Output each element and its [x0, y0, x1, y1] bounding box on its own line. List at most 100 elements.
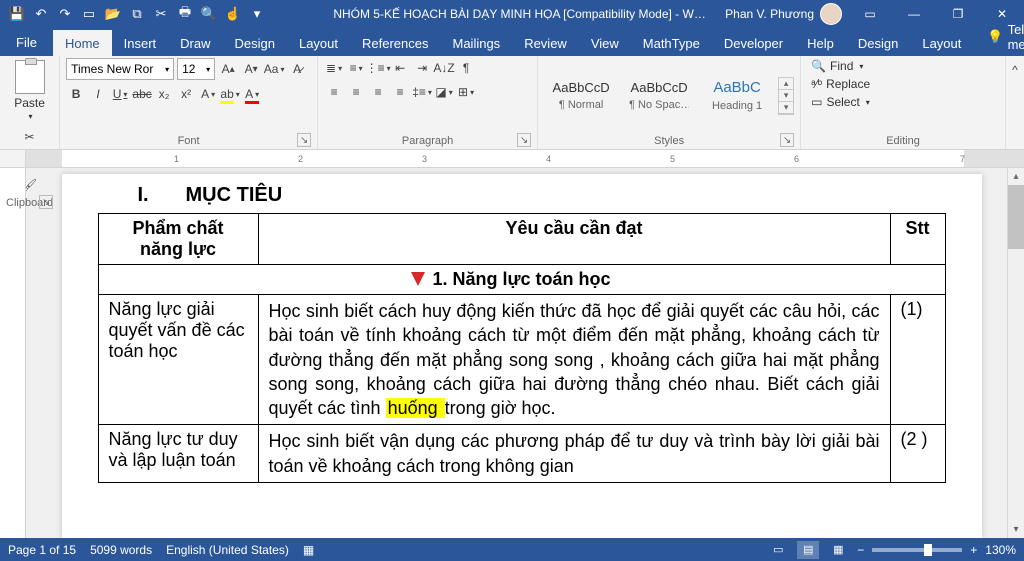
table-row[interactable]: Năng lực giải quyết vấn đề các toán học …	[98, 295, 945, 425]
shrink-font-button[interactable]: A▾	[241, 59, 261, 79]
tab-view[interactable]: View	[579, 30, 631, 56]
ruler-horizontal[interactable]: 1 2 3 4 5 6 7	[0, 150, 1024, 168]
justify-button[interactable]: ≡	[390, 82, 410, 102]
table-cell[interactable]: Học sinh biết vận dụng các phương pháp đ…	[258, 425, 890, 483]
tab-review[interactable]: Review	[512, 30, 579, 56]
tab-file[interactable]: File	[0, 29, 53, 56]
paragraph-launcher[interactable]: ↘	[517, 133, 531, 147]
tab-references[interactable]: References	[350, 30, 440, 56]
styles-launcher[interactable]: ↘	[780, 133, 794, 147]
tab-draw[interactable]: Draw	[168, 30, 222, 56]
zoom-slider[interactable]	[872, 548, 962, 552]
underline-button[interactable]: U▾	[110, 84, 130, 104]
align-left-button[interactable]: ≡	[324, 82, 344, 102]
tab-developer[interactable]: Developer	[712, 30, 795, 56]
style-heading1[interactable]: AaBbCHeading 1	[700, 67, 774, 125]
scroll-down-icon[interactable]: ▾	[1008, 521, 1024, 538]
shading-button[interactable]: ◪▾	[434, 82, 454, 102]
page[interactable]: I.MỤC TIÊU Phẩm chất năng lực Yêu cầu cầ…	[62, 174, 982, 538]
sort-button[interactable]: A↓Z	[434, 58, 454, 78]
style-normal[interactable]: AaBbCcD¶ Normal	[544, 67, 618, 125]
table-cell[interactable]: Năng lực tư duy và lập luận toán	[98, 425, 258, 483]
copy-icon[interactable]: ⧉	[126, 3, 148, 25]
tab-help[interactable]: Help	[795, 30, 846, 56]
tab-table-design[interactable]: Design	[846, 30, 910, 56]
tab-home[interactable]: Home	[53, 30, 112, 56]
scroll-up-icon[interactable]: ▴	[1008, 168, 1024, 185]
line-spacing-button[interactable]: ‡≡▾	[412, 82, 432, 102]
select-button[interactable]: ▭ Select ▾	[807, 94, 999, 110]
vertical-scrollbar[interactable]: ▴ ▾	[1007, 168, 1024, 538]
macro-icon[interactable]: ▦	[303, 543, 314, 557]
increase-indent-button[interactable]: ⇥	[412, 58, 432, 78]
zoom-level[interactable]: 130%	[985, 543, 1016, 557]
change-case-button[interactable]: Aa▾	[264, 59, 284, 79]
font-size-combo[interactable]: 12▾	[177, 58, 215, 80]
tab-insert[interactable]: Insert	[112, 30, 169, 56]
paste-button[interactable]: Paste ▾	[10, 58, 49, 123]
avatar[interactable]	[820, 3, 842, 25]
open-icon[interactable]: 📂	[102, 3, 124, 25]
tell-me[interactable]: 💡Tell me	[979, 18, 1024, 56]
zoom-out-button[interactable]: −	[857, 543, 864, 557]
new-doc-icon[interactable]: ▭	[78, 3, 100, 25]
styles-scroll[interactable]: ▴▾▾	[778, 77, 794, 115]
subscript-button[interactable]: x₂	[154, 84, 174, 104]
table-header-2[interactable]: Yêu cầu cần đạt	[258, 214, 890, 265]
touch-mode-icon[interactable]: ☝	[222, 3, 244, 25]
numbering-button[interactable]: ≡▾	[346, 58, 366, 78]
undo-icon[interactable]: ↶	[30, 3, 52, 25]
highlight-button[interactable]: ab▾	[220, 84, 240, 104]
align-center-button[interactable]: ≡	[346, 82, 366, 102]
status-page[interactable]: Page 1 of 15	[8, 543, 76, 557]
qat-more-icon[interactable]: ▾	[246, 3, 268, 25]
font-color-button[interactable]: A▾	[242, 84, 262, 104]
web-layout-button[interactable]: ▦	[827, 541, 849, 559]
ribbon-options-icon[interactable]: ▭	[848, 0, 892, 28]
bold-button[interactable]: B	[66, 84, 86, 104]
status-words[interactable]: 5099 words	[90, 543, 152, 557]
zoom-in-button[interactable]: +	[970, 543, 977, 557]
tab-table-layout[interactable]: Layout	[910, 30, 973, 56]
replace-button[interactable]: ᵃ⁄ᵇ Replace	[807, 76, 999, 92]
table-cell[interactable]: Năng lực giải quyết vấn đề các toán học	[98, 295, 258, 425]
status-lang[interactable]: English (United States)	[166, 543, 289, 557]
save-icon[interactable]: 💾	[6, 3, 28, 25]
user-area[interactable]: Phan V. Phương	[725, 3, 848, 25]
restore-button[interactable]: ❐	[936, 0, 980, 28]
section-heading[interactable]: I.MỤC TIÊU	[138, 184, 946, 207]
decrease-indent-button[interactable]: ⇤	[390, 58, 410, 78]
page-scroll[interactable]: I.MỤC TIÊU Phẩm chất năng lực Yêu cầu cầ…	[26, 168, 1007, 538]
table-subheader[interactable]: 1. Năng lực toán học	[98, 265, 945, 295]
table-cell[interactable]: Học sinh biết cách huy động kiến thức đã…	[258, 295, 890, 425]
scroll-thumb[interactable]	[1008, 185, 1024, 249]
table-header-1[interactable]: Phẩm chất năng lực	[98, 214, 258, 265]
print-layout-button[interactable]: ▤	[797, 541, 819, 559]
collapse-ribbon-button[interactable]: ^	[1006, 60, 1024, 80]
borders-button[interactable]: ⊞▾	[456, 82, 476, 102]
font-name-combo[interactable]: Times New Ror▾	[66, 58, 174, 80]
tab-layout[interactable]: Layout	[287, 30, 350, 56]
table-cell[interactable]: (2 )	[890, 425, 945, 483]
cut-icon[interactable]: ✂	[150, 3, 172, 25]
table-header-3[interactable]: Stt	[890, 214, 945, 265]
table-cell[interactable]: (1)	[890, 295, 945, 425]
grow-font-button[interactable]: A▴	[218, 59, 238, 79]
italic-button[interactable]: I	[88, 84, 108, 104]
redo-icon[interactable]: ↷	[54, 3, 76, 25]
multilevel-button[interactable]: ⋮≡▾	[368, 58, 388, 78]
show-marks-button[interactable]: ¶	[456, 58, 476, 78]
tab-design[interactable]: Design	[223, 30, 287, 56]
cut-button[interactable]: ✂	[20, 127, 40, 147]
table-main[interactable]: Phẩm chất năng lực Yêu cầu cần đạt Stt 1…	[98, 213, 946, 483]
read-mode-button[interactable]: ▭	[767, 541, 789, 559]
tab-mailings[interactable]: Mailings	[441, 30, 513, 56]
text-effects-button[interactable]: A▾	[198, 84, 218, 104]
style-nospacing[interactable]: AaBbCcD¶ No Spac…	[622, 67, 696, 125]
bullets-button[interactable]: ≣▾	[324, 58, 344, 78]
minimize-button[interactable]: —	[892, 0, 936, 28]
highlighted-word[interactable]: huống	[386, 398, 445, 418]
align-right-button[interactable]: ≡	[368, 82, 388, 102]
table-row[interactable]: Năng lực tư duy và lập luận toán Học sin…	[98, 425, 945, 483]
zoom-thumb[interactable]	[924, 544, 932, 556]
